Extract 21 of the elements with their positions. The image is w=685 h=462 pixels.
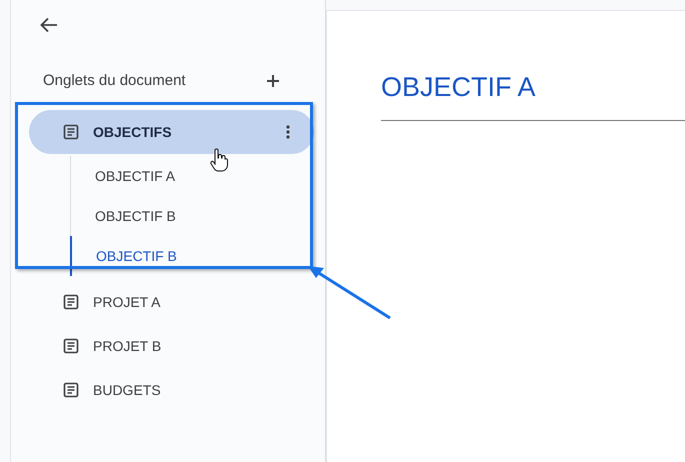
document-icon — [63, 294, 79, 310]
document-icon — [63, 338, 79, 354]
tab-label: PROJET A — [93, 292, 160, 312]
document-icon — [63, 124, 79, 140]
document-heading: OBJECTIF A — [381, 67, 685, 120]
tab-label: BUDGETS — [93, 380, 161, 400]
more-options-icon[interactable] — [286, 125, 290, 139]
pointer-cursor-icon — [210, 148, 228, 172]
plus-icon — [267, 75, 279, 87]
section-heading: Onglets du document — [43, 70, 186, 91]
tab-item[interactable]: OBJECTIFS — [29, 110, 314, 154]
tab-item[interactable]: PROJET B — [29, 324, 314, 368]
tab-item[interactable]: BUDGETS — [29, 368, 314, 412]
subtab-item[interactable]: OBJECTIF A — [70, 156, 325, 196]
tab-item[interactable]: PROJET A — [29, 280, 314, 324]
back-arrow-icon — [40, 17, 58, 33]
subtab-item[interactable]: OBJECTIF B — [70, 196, 325, 236]
tab-label: OBJECTIFS — [93, 122, 172, 142]
document-icon — [63, 382, 79, 398]
tab-label: PROJET B — [93, 336, 162, 356]
add-tab-button[interactable] — [265, 73, 281, 89]
